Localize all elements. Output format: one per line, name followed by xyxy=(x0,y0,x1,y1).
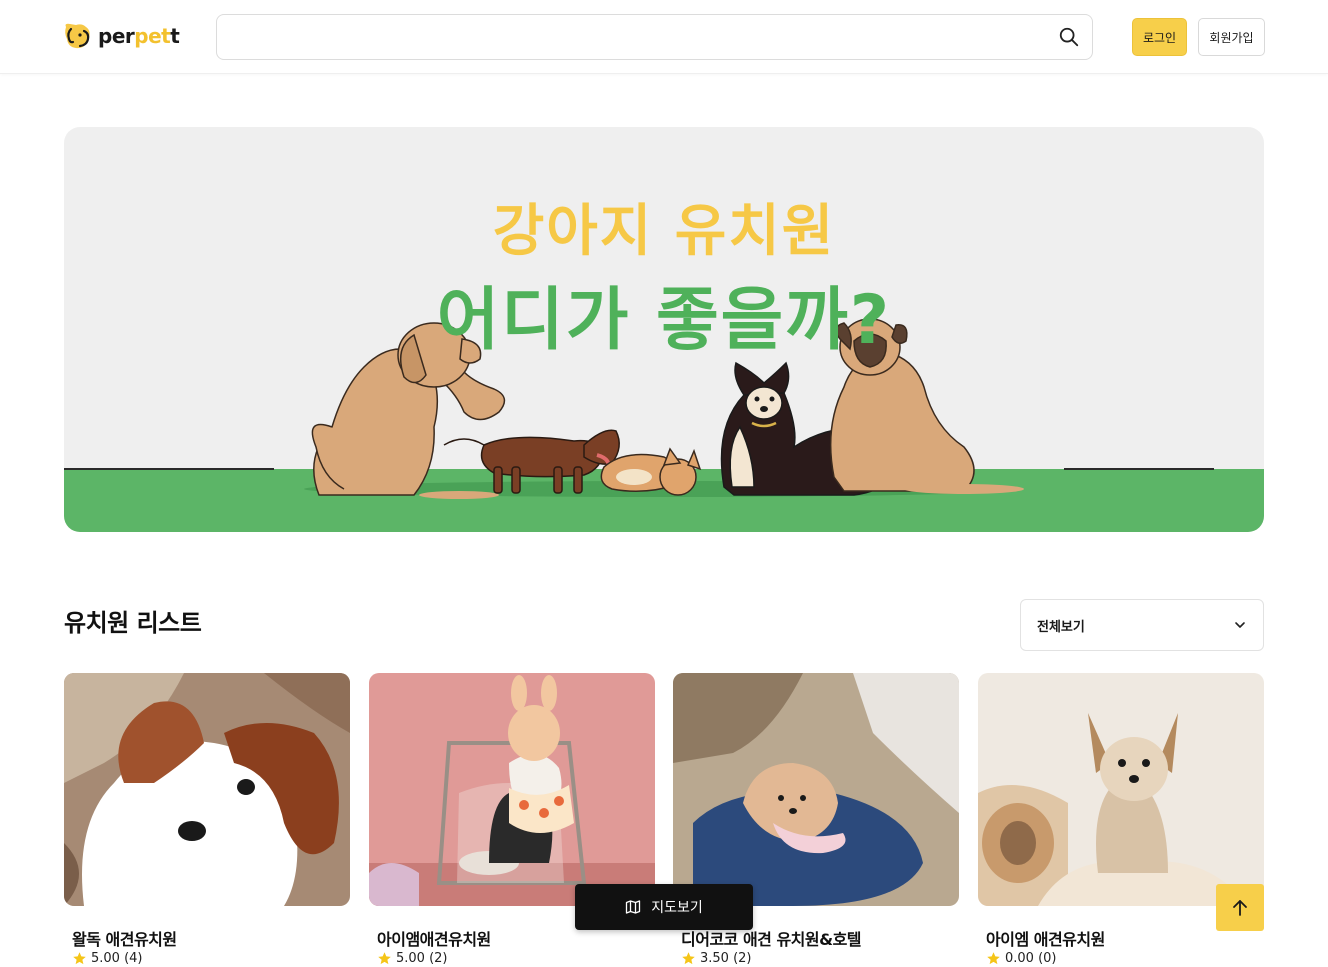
card-photo[interactable] xyxy=(64,673,350,906)
logo-icon xyxy=(65,23,90,49)
filter-selected-value: 전체보기 xyxy=(1037,619,1085,635)
logo[interactable]: perpett xyxy=(62,20,180,52)
card-photo[interactable] xyxy=(369,673,655,906)
card-photo[interactable] xyxy=(978,673,1264,906)
star-icon xyxy=(73,952,86,965)
map-view-label: 지도보기 xyxy=(651,900,703,916)
rating-text: 0.00 (0) xyxy=(1005,951,1057,966)
chevron-down-icon xyxy=(1235,622,1245,628)
kindergarten-card[interactable]: 아이앰애견유치원 5.00 (2) xyxy=(369,673,655,966)
card-rating: 5.00 (2) xyxy=(377,951,448,966)
card-rating: 5.00 (4) xyxy=(72,951,143,966)
banner-headline-1: 강아지 유치원 xyxy=(492,199,836,264)
login-button[interactable]: 로그인 xyxy=(1132,18,1187,56)
signup-button[interactable]: 회원가입 xyxy=(1198,18,1265,56)
map-icon xyxy=(626,900,641,914)
arrow-up-icon xyxy=(1233,899,1247,916)
card-photo[interactable] xyxy=(673,673,959,906)
kindergarten-card[interactable]: 아이엠 애견유치원 0.00 (0) xyxy=(978,673,1264,966)
filter-dropdown[interactable]: 전체보기 xyxy=(1020,599,1264,651)
card-rating: 3.50 (2) xyxy=(681,951,752,966)
card-title[interactable]: 아이앰애견유치원 xyxy=(377,926,491,950)
map-view-button[interactable]: 지도보기 xyxy=(575,884,753,930)
logo-text: perpett xyxy=(98,24,180,48)
kindergarten-card[interactable]: 디어코코 애견 유치원&호텔 3.50 (2) xyxy=(673,673,959,966)
card-title[interactable]: 아이엠 애견유치원 xyxy=(986,926,1105,950)
section-title: 유치원 리스트 xyxy=(64,609,202,637)
rating-text: 5.00 (4) xyxy=(91,951,143,966)
search-input[interactable] xyxy=(231,15,1051,59)
search-bar xyxy=(216,14,1093,60)
star-icon xyxy=(682,952,695,965)
card-rating: 0.00 (0) xyxy=(986,951,1057,966)
star-icon xyxy=(987,952,1000,965)
search-icon[interactable] xyxy=(1058,26,1080,48)
rating-text: 3.50 (2) xyxy=(700,951,752,966)
star-icon xyxy=(378,952,391,965)
banner-headline-2: 어디가 좋을까? xyxy=(436,281,892,360)
card-title[interactable]: 왈독 애견유치원 xyxy=(72,926,177,950)
kindergarten-card[interactable]: 왈독 애견유치원 5.00 (4) xyxy=(64,673,350,966)
hero-banner[interactable]: 강아지 유치원 어디가 좋을까? xyxy=(64,127,1264,532)
rating-text: 5.00 (2) xyxy=(396,951,448,966)
top-header: perpett 로그인 회원가입 xyxy=(0,0,1328,74)
scroll-to-top-button[interactable] xyxy=(1216,884,1264,931)
